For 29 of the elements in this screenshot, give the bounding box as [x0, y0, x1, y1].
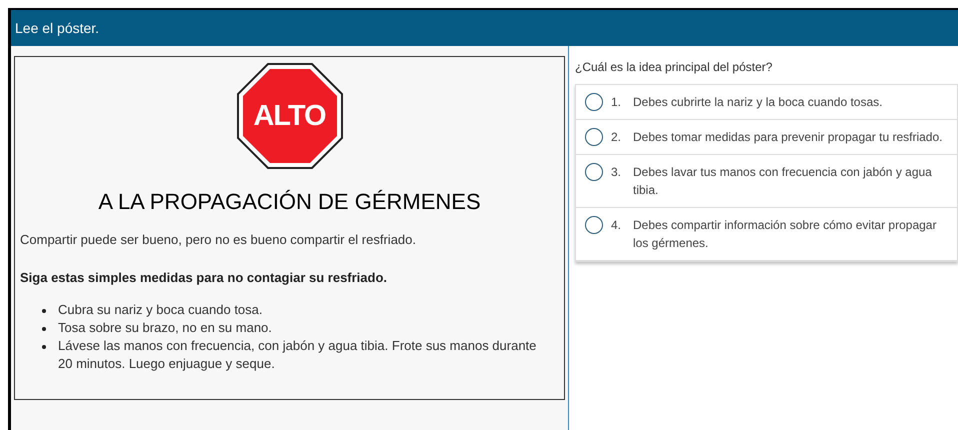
option-number: 4. [611, 217, 622, 234]
option-text: Debes lavar tus manos con frecuencia con jabón y agua tibia. [633, 164, 933, 199]
answer-option[interactable]: 3. Debes lavar tus manos con frecuencia con jabón y agua tibia. [576, 155, 957, 208]
intro-text: Compartir puede ser bueno, pero no es bueno compartir el resfriado. [20, 231, 417, 249]
answer-option[interactable]: 1. Debes cubrirte la nariz y la boca cuando tosas. [576, 85, 957, 120]
radio-button[interactable] [585, 216, 603, 234]
bullet-icon [42, 309, 46, 313]
sign-text: ALTO [252, 99, 327, 134]
option-text: Debes tomar medidas para prevenir propagar tu resfriado. [633, 129, 942, 146]
option-text: Debes cubrirte la nariz y la boca cuando tosas. [633, 94, 882, 111]
header-title: Lee el póster. [15, 18, 100, 38]
option-number: 1. [611, 94, 622, 111]
answer-option[interactable]: 2. Debes tomar medidas para prevenir propagar tu resfriado. [576, 120, 957, 155]
option-number: 3. [611, 164, 622, 181]
tip-text: Lávese las manos con frecuencia, con jabón y agua tibia. Frote sus manos durante 20 minutos. Luego enjuague y seque. [58, 337, 538, 373]
option-number: 2. [611, 129, 622, 146]
radio-button[interactable] [585, 128, 603, 146]
question-prompt: ¿Cuál es la idea principal del póster? [575, 59, 774, 76]
poster-heading: A LA PROPAGACIÓN DE GÉRMENES [97, 188, 482, 216]
bullet-icon [42, 327, 46, 331]
option-text: Debes compartir información sobre cómo evitar propagar los gérmenes. [633, 217, 938, 252]
tip-text: Cubra su nariz y boca cuando tosa. [58, 301, 264, 319]
instructions-heading: Siga estas simples medidas para no contagiar su resfriado. [20, 268, 388, 287]
radio-button[interactable] [585, 93, 603, 111]
tip-text: Tosa sobre su brazo, no en su mano. [58, 319, 273, 337]
answer-option[interactable]: 4. Debes compartir información sobre cómo evitar propagar los gérmenes. [576, 208, 957, 261]
bullet-icon [42, 345, 46, 349]
radio-button[interactable] [585, 163, 603, 181]
stop-sign-icon [236, 63, 342, 169]
